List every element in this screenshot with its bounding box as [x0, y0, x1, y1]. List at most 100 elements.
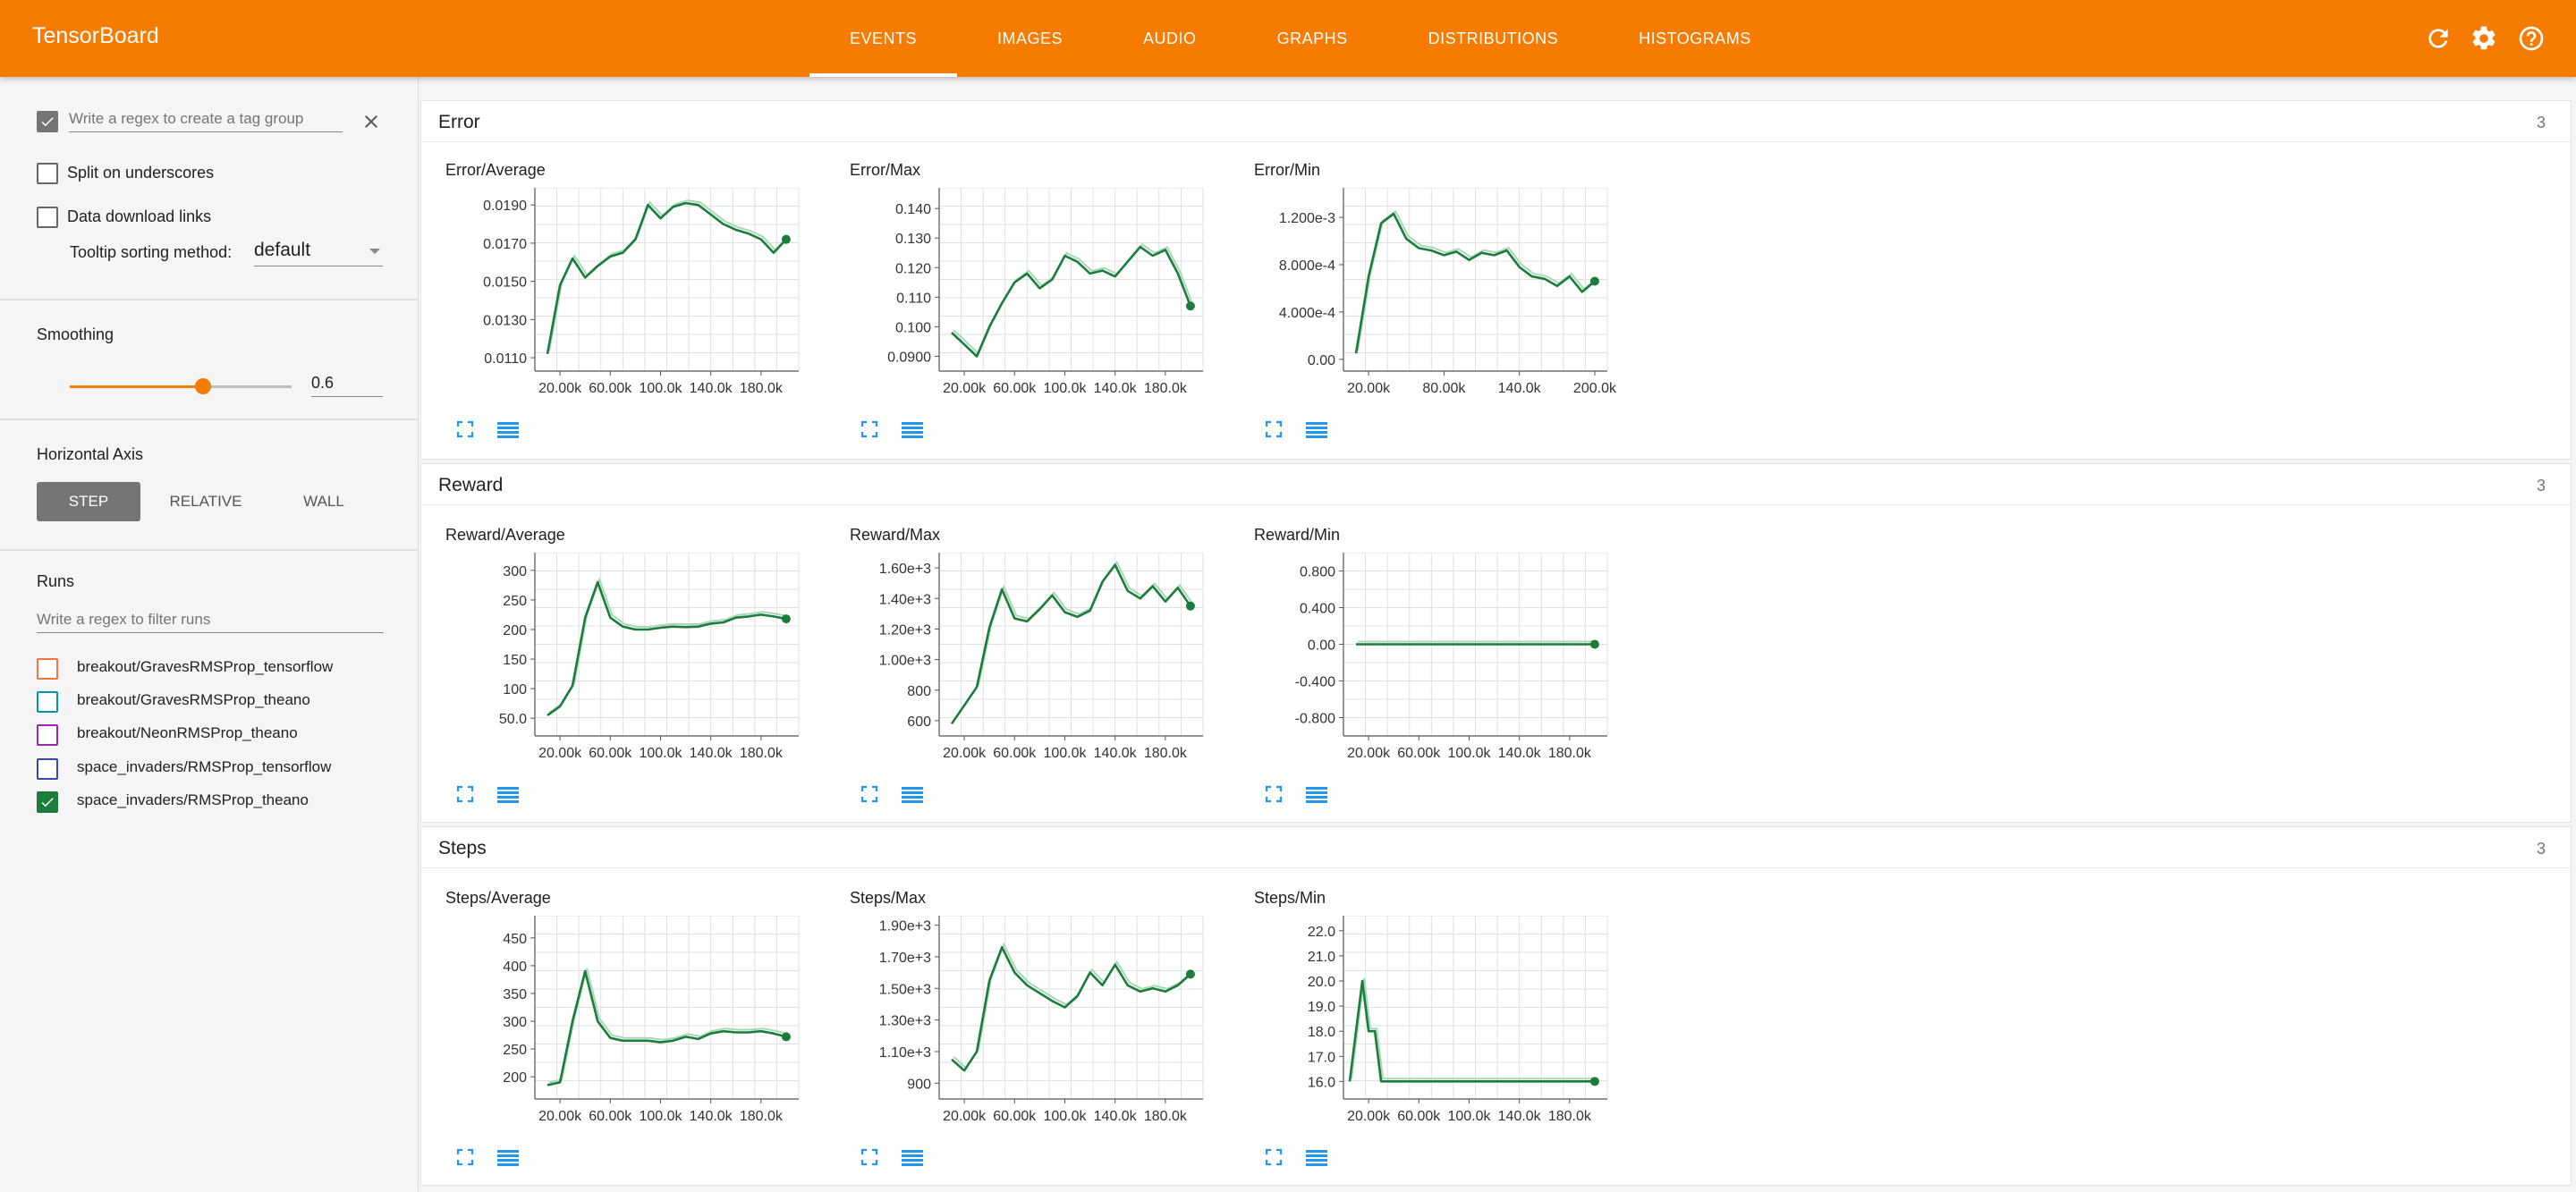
y-tick-label: 350	[503, 987, 527, 1002]
fullscreen-icon[interactable]	[454, 783, 476, 805]
data-table-icon[interactable]	[496, 1146, 521, 1168]
chart-title: Steps/Min	[1254, 889, 1326, 907]
run-checkbox[interactable]	[37, 758, 58, 780]
y-tick-label: 200	[503, 623, 527, 638]
data-table-bar	[902, 435, 923, 438]
data-table-icon[interactable]	[1304, 1146, 1329, 1168]
section-title: Reward	[438, 475, 504, 495]
tab-distributions[interactable]: DISTRIBUTIONS	[1388, 0, 1599, 77]
download-links-checkbox[interactable]	[37, 207, 58, 228]
data-table-icon[interactable]	[1304, 783, 1329, 805]
data-table-icon[interactable]	[900, 1146, 925, 1168]
data-table-icon[interactable]	[496, 418, 521, 440]
y-tick-label: 150	[503, 653, 527, 668]
data-table-icon[interactable]	[900, 418, 925, 440]
tab-events[interactable]: EVENTS	[809, 0, 958, 77]
fullscreen-glyph	[1265, 1148, 1283, 1166]
x-tick-label: 60.00k	[1397, 746, 1441, 761]
data-table-bar	[902, 796, 923, 799]
section-count: 3	[2536, 114, 2546, 131]
top-app-bar: TensorBoard EVENTS IMAGES AUDIO GRAPHS D…	[0, 0, 2576, 77]
section-header[interactable]: Error 3	[421, 101, 2571, 142]
section-header[interactable]: Reward 3	[421, 464, 2571, 505]
data-table-bar	[902, 791, 923, 794]
y-tick-label: 16.0	[1308, 1075, 1335, 1090]
tooltip-sort-select[interactable]: default	[254, 238, 383, 266]
runs-filter-input[interactable]	[37, 606, 384, 633]
x-tick-label: 60.00k	[993, 1109, 1037, 1124]
chart-svg: 50.0 100 150 200 250 300 20.00k 60.00k 100.0k 140…	[499, 553, 800, 761]
y-tick-label: 0.00	[1308, 638, 1335, 654]
tab-audio[interactable]: AUDIO	[1103, 0, 1237, 77]
x-tick-label: 20.00k	[1347, 746, 1391, 761]
run-checkbox[interactable]	[37, 658, 58, 680]
haxis-step-button[interactable]: STEP	[37, 482, 140, 521]
data-table-bar	[1306, 1154, 1327, 1157]
run-checkbox[interactable]	[37, 724, 58, 746]
tab-graphs[interactable]: GRAPHS	[1237, 0, 1388, 77]
main-tabs: EVENTS IMAGES AUDIO GRAPHS DISTRIBUTIONS…	[809, 0, 1792, 77]
y-tick-label: 19.0	[1308, 1000, 1335, 1015]
y-tick-label: 400	[503, 960, 527, 975]
x-tick-label: 140.0k	[1498, 746, 1542, 761]
fullscreen-icon[interactable]	[1263, 783, 1284, 805]
y-tick-label: 250	[503, 594, 527, 609]
chart-error-max: Error/Max 0.0900 0.100 0.110 0.120 0.130 0.140…	[850, 161, 1234, 452]
section-card-steps: Steps 3 Steps/Average 200 250 300 350 400 450 2…	[420, 826, 2572, 1186]
fullscreen-icon[interactable]	[859, 1146, 880, 1168]
run-checkbox[interactable]	[37, 791, 58, 813]
tag-group-checkbox[interactable]	[37, 111, 58, 132]
x-tick-label: 60.00k	[589, 746, 632, 761]
chart-title: Steps/Max	[850, 889, 927, 907]
fullscreen-icon[interactable]	[1263, 418, 1284, 440]
tab-images[interactable]: IMAGES	[957, 0, 1103, 77]
data-table-bar	[902, 1150, 923, 1153]
haxis-wall-button[interactable]: WALL	[272, 482, 376, 521]
section-count: 3	[2536, 477, 2546, 495]
y-tick-label: 1.20e+3	[879, 622, 931, 638]
slider-fill	[70, 385, 203, 388]
split-underscores-checkbox[interactable]	[37, 163, 58, 184]
close-icon[interactable]	[360, 111, 382, 132]
y-tick-label: 1.30e+3	[879, 1014, 931, 1029]
data-table-icon[interactable]	[496, 783, 521, 805]
y-tick-label: 0.130	[895, 232, 931, 247]
refresh-icon[interactable]	[2424, 24, 2453, 53]
data-table-icon[interactable]	[900, 783, 925, 805]
section-header[interactable]: Steps 3	[421, 827, 2571, 868]
fullscreen-icon[interactable]	[454, 1146, 476, 1168]
x-tick-label: 60.00k	[993, 746, 1037, 761]
x-tick-label: 140.0k	[1094, 1109, 1138, 1124]
x-tick-label: 140.0k	[690, 1109, 733, 1124]
data-table-icon[interactable]	[1304, 418, 1329, 440]
data-table-bar	[1306, 1159, 1327, 1162]
tag-group-input[interactable]	[69, 106, 343, 132]
y-tick-label: 1.70e+3	[879, 951, 931, 966]
x-tick-label: 60.00k	[993, 381, 1037, 396]
fullscreen-glyph	[456, 1148, 474, 1166]
fullscreen-icon[interactable]	[859, 418, 880, 440]
x-tick-label: 20.00k	[1347, 1109, 1391, 1124]
run-checkbox[interactable]	[37, 691, 58, 713]
x-tick-label: 180.0k	[740, 746, 784, 761]
smoothing-input[interactable]	[311, 370, 383, 397]
x-tick-label: 180.0k	[1144, 381, 1188, 396]
y-tick-label: 800	[907, 684, 931, 699]
haxis-relative-button[interactable]: RELATIVE	[154, 482, 258, 521]
data-table-bar	[902, 1159, 923, 1162]
chart-error-min: Error/Min 0.00 4.000e-4 8.000e-4 1.200e-3 20.…	[1254, 161, 1639, 452]
chart-steps-max: Steps/Max 900 1.10e+3 1.30e+3 1.50e+3 1.70e+3…	[850, 889, 1234, 1179]
settings-icon[interactable]	[2470, 24, 2498, 53]
fullscreen-icon[interactable]	[1263, 1146, 1284, 1168]
chart-svg: 16.0 17.0 18.0 19.0 20.0 21.0 22.0 20.00k 60.00k…	[1308, 916, 1608, 1124]
fullscreen-icon[interactable]	[454, 418, 476, 440]
slider-knob[interactable]	[194, 378, 211, 394]
fullscreen-icon[interactable]	[859, 783, 880, 805]
smoothing-slider[interactable]	[70, 373, 292, 400]
x-tick-label: 140.0k	[1094, 746, 1138, 761]
tab-histograms[interactable]: HISTOGRAMS	[1598, 0, 1792, 77]
help-icon[interactable]	[2517, 24, 2546, 53]
x-tick-label: 20.00k	[943, 1109, 987, 1124]
data-table-bar	[1306, 1150, 1327, 1153]
y-tick-label: 0.0130	[483, 313, 527, 328]
